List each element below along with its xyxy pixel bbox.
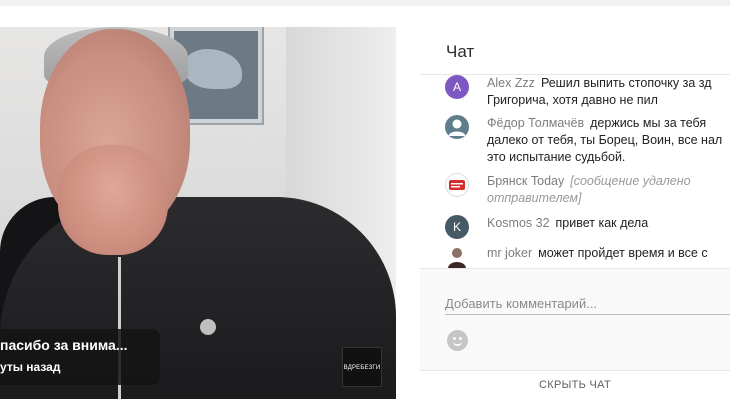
caption-time: уты назад [0, 360, 61, 374]
message-text: Решил выпить стопочку за зд [540, 76, 712, 90]
message-text: это испытание судьбой. [487, 150, 626, 164]
bryansk-today-logo-icon [449, 180, 465, 190]
message-author[interactable]: Брянск Today [487, 174, 564, 188]
avatar[interactable] [445, 245, 469, 268]
message-text: может пройдет время и все с [538, 246, 708, 260]
chat-messages[interactable]: A Alex Zzz Решил выпить стопочку за зд Гр… [420, 75, 730, 268]
avatar[interactable] [445, 173, 469, 197]
hide-chat-button[interactable]: СКРЫТЬ ЧАТ [420, 370, 730, 399]
message-author[interactable]: Kosmos 32 [487, 216, 550, 230]
message-body: Фёдор Толмачёв держись мы за тебя далеко … [487, 115, 730, 166]
chat-panel: Чат A Alex Zzz Решил выпить стопочку за з… [420, 27, 730, 399]
emoji-icon[interactable] [447, 330, 468, 351]
message-deleted-notice: отправителем] [487, 191, 582, 205]
comment-input[interactable] [445, 293, 730, 315]
message-deleted-notice: [сообщение удалено [570, 174, 691, 188]
chat-header: Чат [420, 27, 730, 75]
channel-watermark[interactable]: ВДРЕБЕЗГИ [342, 347, 382, 387]
page: пасибо за внима... уты назад ВДРЕБЕЗГИ Ч… [0, 0, 730, 412]
comment-area [420, 268, 730, 370]
message-body: Alex Zzz Решил выпить стопочку за зд Григ… [487, 75, 730, 109]
video-player[interactable]: пасибо за внима... уты назад ВДРЕБЕЗГИ [0, 27, 396, 399]
video-person-hand [58, 145, 168, 255]
caption-title: пасибо за внима... [0, 337, 128, 353]
message-text: далеко от тебя, ты Борец, Воин, все нал [487, 133, 723, 147]
user-photo-icon [448, 248, 466, 268]
message-text: держись мы за тебя [590, 116, 707, 130]
user-icon [448, 119, 466, 136]
message-text: привет как дела [555, 216, 649, 230]
message-author[interactable]: Alex Zzz [487, 76, 535, 90]
message-author[interactable]: mr joker [487, 246, 532, 260]
avatar[interactable] [445, 115, 469, 139]
message-text: Григорича, хотя давно не пил [487, 93, 658, 107]
top-bar [0, 0, 730, 6]
message-author[interactable]: Фёдор Толмачёв [487, 116, 584, 130]
chat-title: Чат [446, 42, 475, 61]
jacket-logo [200, 319, 216, 335]
avatar[interactable]: K [445, 215, 469, 239]
avatar[interactable]: A [445, 75, 469, 99]
message-body: Kosmos 32 привет как дела [487, 215, 730, 232]
message-body: mr joker может пройдет время и все с [487, 245, 730, 262]
message-body: Брянск Today [сообщение удалено отправите… [487, 173, 730, 207]
video-caption[interactable]: пасибо за внима... уты назад [0, 329, 160, 385]
